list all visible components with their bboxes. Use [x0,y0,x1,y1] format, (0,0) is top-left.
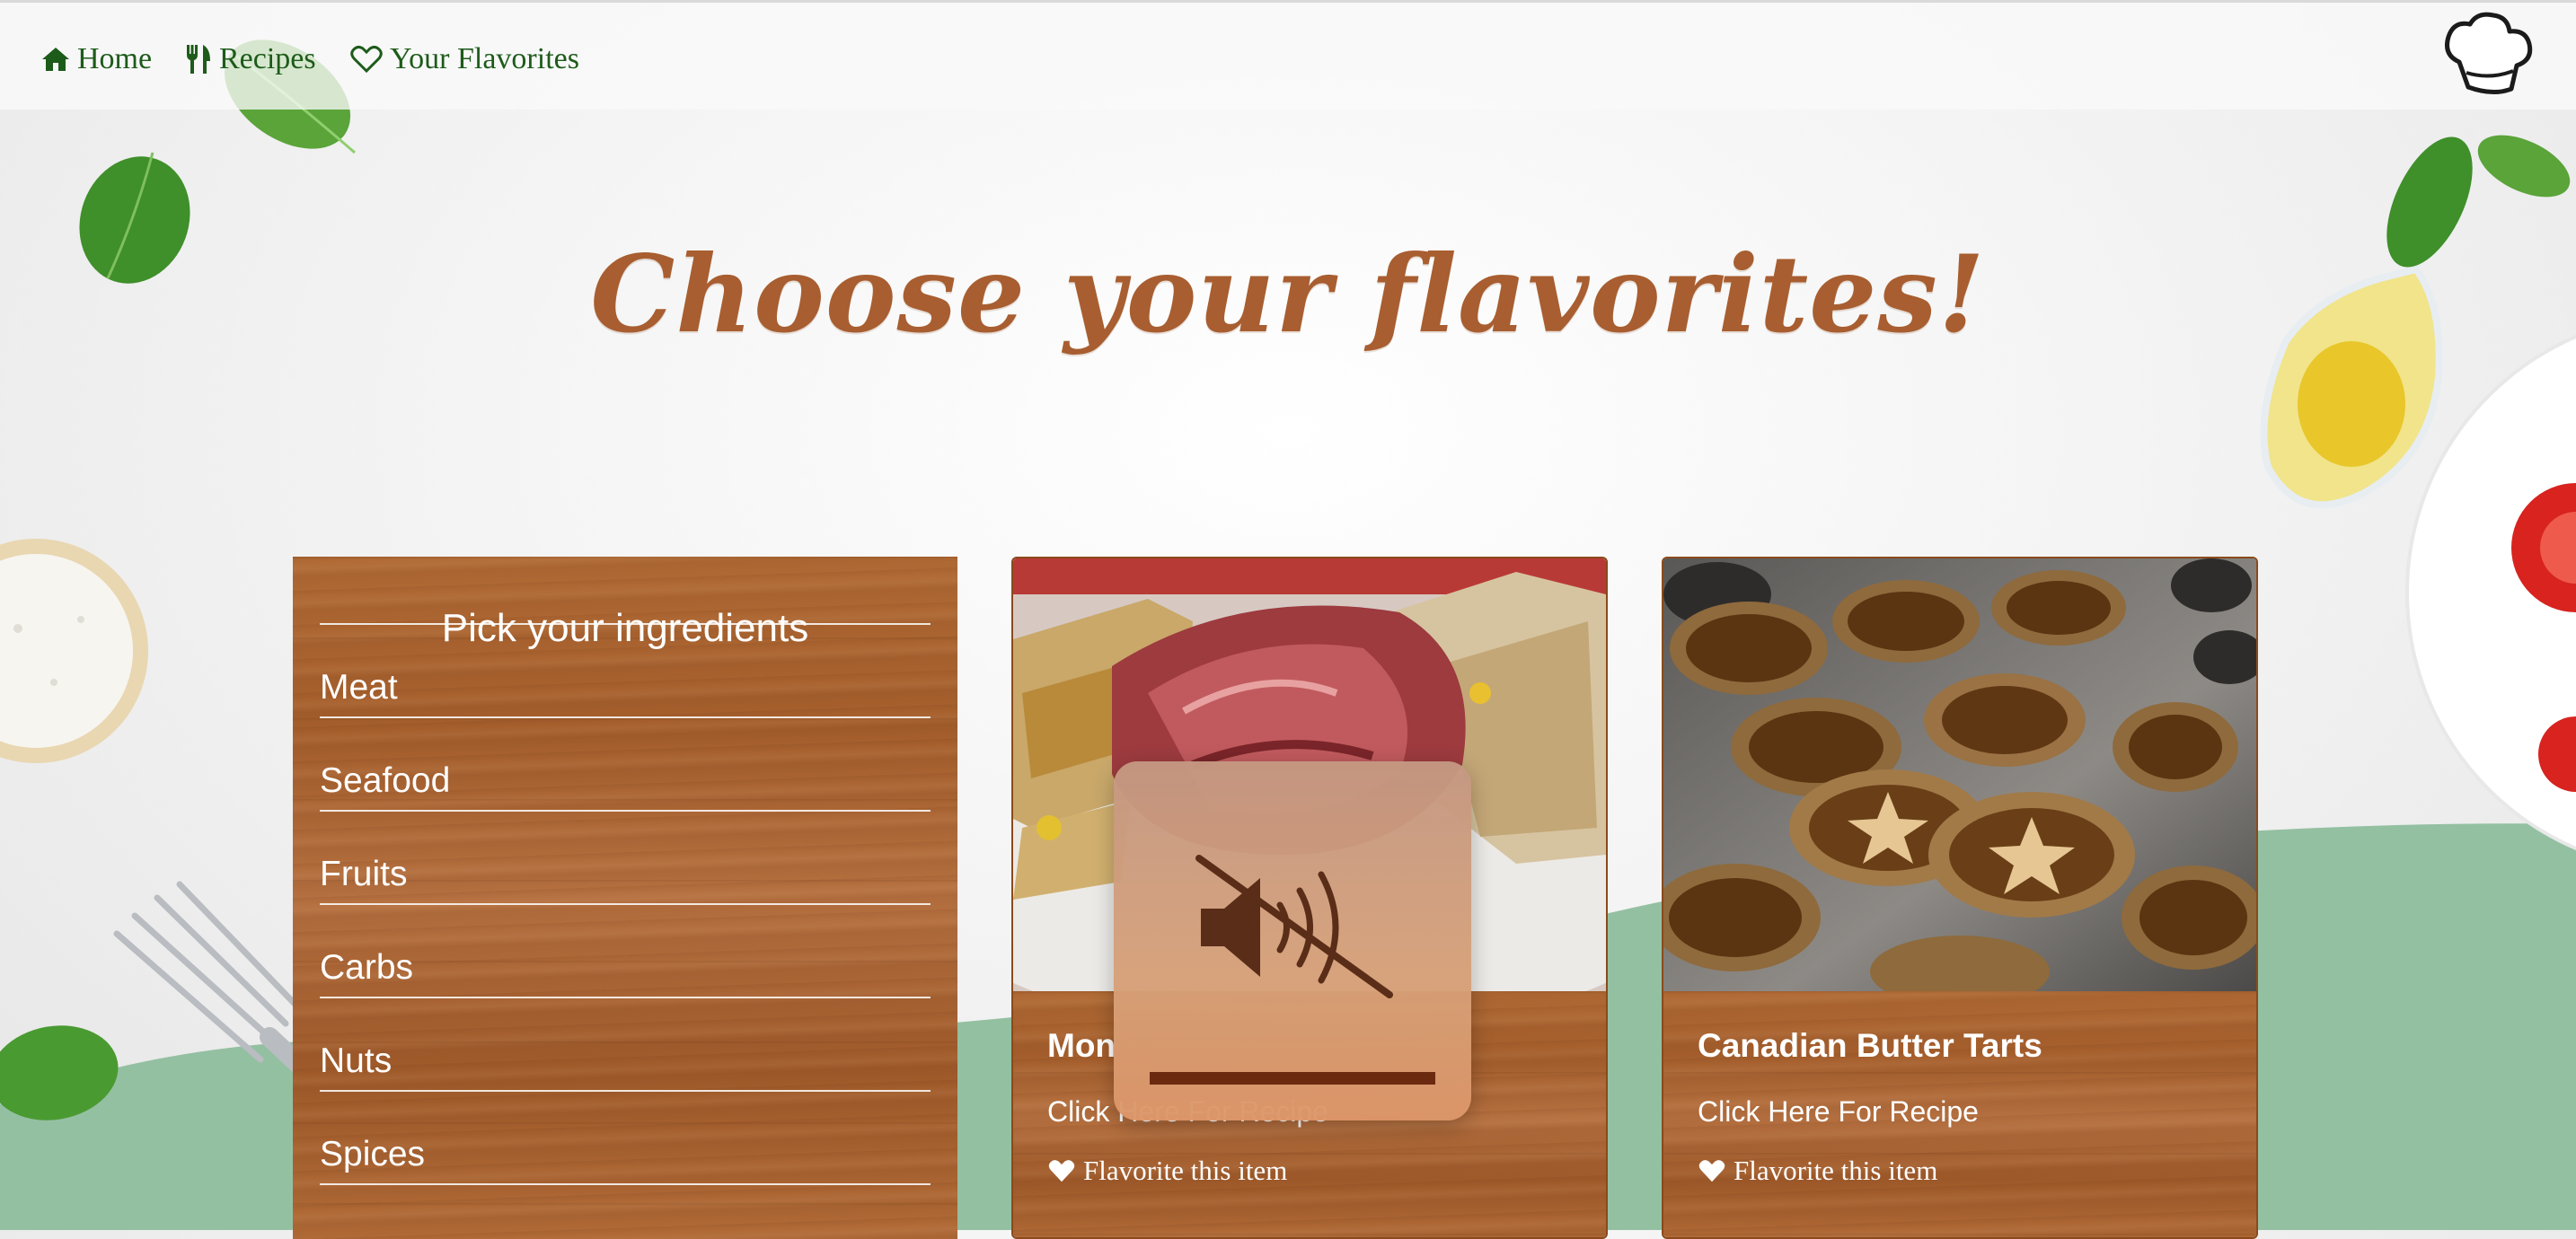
ingredient-item-spices[interactable]: Spices [320,1092,931,1185]
volume-hud [1114,761,1471,1120]
heart-icon [1698,1160,1725,1182]
nav-home-label: Home [77,42,153,75]
recipe-title[interactable]: Canadian Butter Tarts [1698,1027,2042,1065]
heart-icon [1048,1160,1075,1182]
ingredient-item-seafood[interactable]: Seafood [320,718,931,812]
recipe-title[interactable]: Mon [1047,1027,1116,1065]
ingredient-item-fruits[interactable]: Fruits [320,812,931,905]
nav-recipes-link[interactable]: Recipes [185,37,316,82]
favorite-button[interactable]: Flavorite this item [1698,1155,1937,1187]
chef-hat-icon[interactable] [2439,8,2538,98]
ingredient-list: Meat Seafood Fruits Carbs Nuts Spices [320,625,931,1185]
basil-leaf [2477,135,2571,198]
ingredient-item-nuts[interactable]: Nuts [320,998,931,1092]
nav-favorites-label: Your Flavorites [390,42,579,75]
page-title: Choose your flavorites! [590,232,1986,356]
heart-outline-icon [350,45,383,74]
navbar: Home Recipes Your Flavorites [0,0,2576,110]
favorite-button[interactable]: Flavorite this item [1047,1155,1287,1187]
home-icon [42,48,69,71]
recipe-card: Canadian Butter Tarts Click Here For Rec… [1662,557,2258,1239]
recipe-card-body: Canadian Butter Tarts Click Here For Rec… [1663,991,2256,1237]
favorite-label: Flavorite this item [1734,1155,1938,1186]
speaker-muted-icon [1195,855,1393,998]
ingredient-panel: Pick your ingredients Meat Seafood Fruit… [293,557,957,1239]
nav-recipes-label: Recipes [219,42,316,75]
ingredient-item-carbs[interactable]: Carbs [320,905,931,998]
volume-level-bar [1150,1072,1435,1085]
favorite-label: Flavorite this item [1083,1155,1288,1186]
fork-knife-icon [187,45,210,74]
nav-favorites-link[interactable]: Your Flavorites [350,37,579,82]
recipe-image-butter-tarts[interactable] [1663,558,2256,991]
nav-home-link[interactable]: Home [41,37,152,82]
tart [1670,602,1828,695]
recipe-link[interactable]: Click Here For Recipe [1698,1095,1979,1129]
